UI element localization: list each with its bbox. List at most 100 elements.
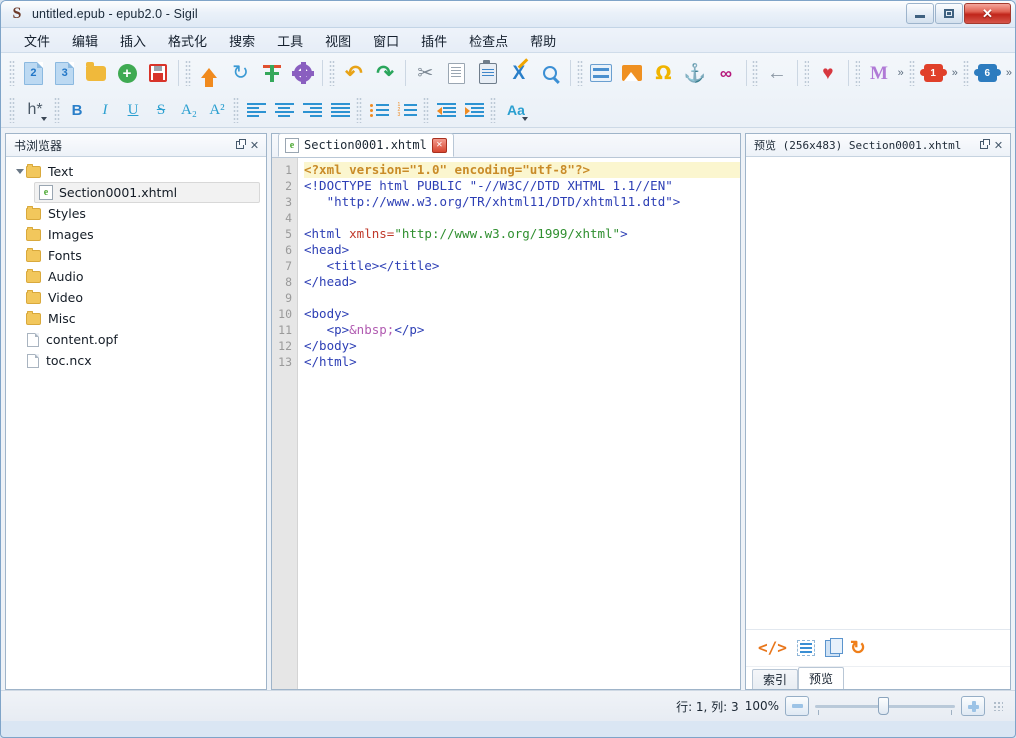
menu-plugins[interactable]: 插件 <box>412 28 456 53</box>
zoom-out-button[interactable] <box>785 696 809 716</box>
index-list-icon[interactable] <box>797 640 815 656</box>
tree-item-misc[interactable]: Misc <box>6 308 266 329</box>
tree-item-text[interactable]: Text <box>6 161 266 182</box>
superscript-button[interactable]: A² <box>203 97 231 123</box>
toolbar-grip-icon-5[interactable] <box>752 60 758 86</box>
align-center-button[interactable] <box>270 97 298 123</box>
bold-button[interactable]: B <box>63 97 91 123</box>
zoom-slider[interactable] <box>815 697 955 715</box>
numbered-list-button[interactable]: 1 2 3 <box>393 97 421 123</box>
close-button[interactable]: ✕ <box>964 3 1011 24</box>
align-left-button[interactable] <box>242 97 270 123</box>
toolbar-grip-icon-6[interactable] <box>804 60 810 86</box>
find-replace-button[interactable] <box>534 57 565 89</box>
underline-button[interactable]: U <box>119 97 147 123</box>
insert-anchor-button[interactable]: ⚓ <box>679 57 710 89</box>
indent-button[interactable] <box>460 97 488 123</box>
heart-button[interactable]: ♥ <box>812 57 843 89</box>
cut-button[interactable]: ✂ <box>410 57 441 89</box>
heading-dropdown[interactable]: h* <box>18 97 52 123</box>
subscript-button[interactable]: A₂ <box>175 97 203 123</box>
toolbar-grip-icon-3[interactable] <box>329 60 335 86</box>
menu-file[interactable]: 文件 <box>15 28 59 53</box>
tree-item-images[interactable]: Images <box>6 224 266 245</box>
reload-button[interactable]: ↻ <box>225 57 256 89</box>
save-button[interactable] <box>143 57 174 89</box>
bullet-list-button[interactable] <box>365 97 393 123</box>
menu-view[interactable]: 视图 <box>316 28 360 53</box>
toolbar-grip-icon[interactable] <box>9 60 15 86</box>
undo-button[interactable]: ↶ <box>338 57 369 89</box>
tree-item-section0001[interactable]: e Section0001.xhtml <box>34 182 260 203</box>
toolbar-grip-icon-9[interactable] <box>963 60 969 86</box>
plugin1-button[interactable]: 1 <box>918 57 949 89</box>
redo-button[interactable]: ↷ <box>370 57 401 89</box>
zoom-in-button[interactable] <box>961 696 985 716</box>
code-brackets-icon[interactable]: </> <box>758 640 787 656</box>
toolbar-grip-icon-2[interactable] <box>185 60 191 86</box>
overflow-chevron-1-icon[interactable]: » <box>895 67 907 79</box>
expand-twisty-icon[interactable] <box>14 169 26 174</box>
tab-preview[interactable]: 预览 <box>798 667 844 689</box>
new-epub2-button[interactable]: 2 <box>18 57 49 89</box>
back-button[interactable]: ← <box>761 57 792 89</box>
slider-handle[interactable] <box>878 697 889 715</box>
menu-insert[interactable]: 插入 <box>111 28 155 53</box>
tab-index[interactable]: 索引 <box>752 669 798 689</box>
menu-edit[interactable]: 编辑 <box>63 28 107 53</box>
toolbar2-grip-icon-2[interactable] <box>54 97 60 123</box>
tree-item-video[interactable]: Video <box>6 287 266 308</box>
new-epub3-button[interactable]: 3 <box>49 57 80 89</box>
toolbar2-grip-icon-5[interactable] <box>423 97 429 123</box>
insert-media-button[interactable] <box>586 57 617 89</box>
toolbar2-grip-icon-4[interactable] <box>356 97 362 123</box>
code-area[interactable]: 1 2 3 4 5 6 7 8 9 10 11 12 13 <?xml vers… <box>272 158 740 689</box>
insert-image-button[interactable] <box>617 57 648 89</box>
add-cover-button[interactable] <box>256 57 287 89</box>
insert-special-char-button[interactable]: Ω <box>648 57 679 89</box>
menu-search[interactable]: 搜索 <box>220 28 264 53</box>
tree-item-fonts[interactable]: Fonts <box>6 245 266 266</box>
book-browser-close-button[interactable]: ✕ <box>247 138 262 153</box>
spellcheck-button[interactable]: X <box>503 57 534 89</box>
toolbar-grip-icon-4[interactable] <box>577 60 583 86</box>
overflow-chevron-2-icon[interactable]: » <box>949 67 961 79</box>
toolbar2-grip-icon-3[interactable] <box>233 97 239 123</box>
code-text[interactable]: <?xml version="1.0" encoding="utf-8"?><!… <box>298 158 740 689</box>
align-right-button[interactable] <box>298 97 326 123</box>
italic-button[interactable]: I <box>91 97 119 123</box>
tree-item-content-opf[interactable]: content.opf <box>6 329 266 350</box>
refresh-icon[interactable]: ↻ <box>850 639 866 658</box>
strikethrough-button[interactable]: S <box>147 97 175 123</box>
resize-grip-icon[interactable] <box>993 701 1003 711</box>
tab-close-icon[interactable]: ✕ <box>432 138 447 153</box>
preview-float-button[interactable] <box>976 138 991 153</box>
preview-close-button[interactable]: ✕ <box>991 138 1006 153</box>
book-browser-float-button[interactable] <box>232 138 247 153</box>
editor-tab-section0001[interactable]: e Section0001.xhtml ✕ <box>278 133 454 157</box>
upload-button[interactable] <box>194 57 225 89</box>
menu-checkpoint[interactable]: 检查点 <box>460 28 517 53</box>
tree-item-styles[interactable]: Styles <box>6 203 266 224</box>
minimize-button[interactable] <box>906 3 934 24</box>
copy-document-icon[interactable] <box>825 640 840 657</box>
paste-button[interactable] <box>472 57 503 89</box>
tree-item-toc-ncx[interactable]: toc.ncx <box>6 350 266 371</box>
copy-button[interactable] <box>441 57 472 89</box>
tree-item-audio[interactable]: Audio <box>6 266 266 287</box>
casing-dropdown[interactable]: Aa <box>499 97 533 123</box>
menu-tools[interactable]: 工具 <box>268 28 312 53</box>
insert-link-button[interactable]: ∞ <box>710 57 741 89</box>
toolbar2-grip-icon[interactable] <box>9 97 15 123</box>
toolbar-grip-icon-8[interactable] <box>909 60 915 86</box>
open-file-button[interactable] <box>80 57 111 89</box>
overflow-chevron-3-icon[interactable]: » <box>1003 67 1015 79</box>
preferences-button[interactable] <box>287 57 318 89</box>
outdent-button[interactable] <box>432 97 460 123</box>
menu-format[interactable]: 格式化 <box>159 28 216 53</box>
maximize-button[interactable] <box>935 3 963 24</box>
plugin6-button[interactable]: 6 <box>972 57 1003 89</box>
menu-help[interactable]: 帮助 <box>521 28 565 53</box>
toolbar2-grip-icon-6[interactable] <box>490 97 496 123</box>
metadata-button[interactable]: M <box>863 57 894 89</box>
